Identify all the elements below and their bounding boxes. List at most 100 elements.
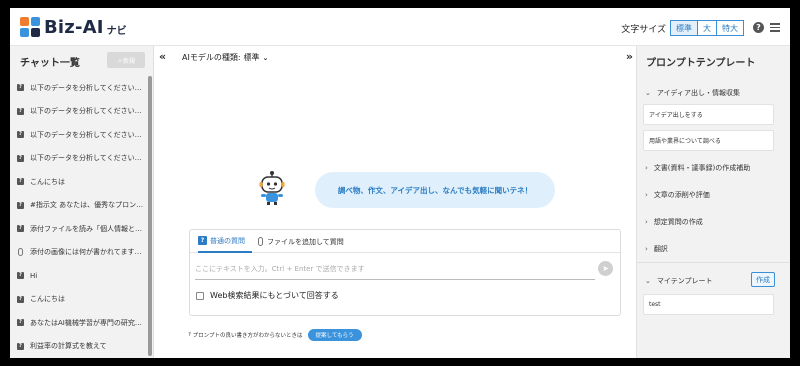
question-icon: ? [17, 84, 24, 92]
chevron-down-icon: ⌄ [645, 277, 651, 285]
chat-item[interactable]: ? 利益率の計算式を教えて [10, 335, 148, 359]
category-label: 文書(資料・議事録)の作成補助 [653, 164, 751, 172]
paperclip-icon [258, 237, 263, 246]
chat-main: « » AIモデルの種類: 標準 ⌄ 調べ物、作文、アイデア出し、なんでも気軽に… [155, 46, 636, 358]
chat-list-sidebar: チャット一覧 ＋新規 ? 以下のデータを分析してください… ? 以下のデータを分析し… [10, 46, 154, 358]
chat-item-label: 以下のデータを分析してください… [30, 130, 142, 139]
category-item[interactable]: › 翻訳 [645, 244, 668, 254]
category-label: 文章の添削や評価 [653, 191, 710, 199]
tab-label: 普通の質問 [210, 236, 245, 245]
font-size-large-button[interactable]: 大 [698, 20, 717, 36]
question-icon: ? [17, 272, 24, 280]
chat-item[interactable]: 添付の画像には何が書かれてます… [10, 241, 148, 265]
chat-item-label: 添付ファイルを読み「個人情報と… [30, 224, 142, 233]
chat-item[interactable]: ? 添付ファイルを読み「個人情報と… [10, 217, 148, 241]
model-label: AIモデルの種類: [182, 53, 241, 62]
chat-list-scrollbar[interactable] [148, 76, 152, 356]
prompt-template-sidebar: プロンプトテンプレート ⌄ アイディア出し・情報収集 アイデア出しをする 用語や… [636, 46, 790, 358]
web-search-checkbox[interactable] [196, 291, 204, 300]
logo-mark-icon [20, 17, 40, 37]
new-chat-button[interactable]: ＋新規 [107, 52, 145, 68]
category-item[interactable]: › 想定質問の作成 [645, 217, 703, 227]
logo[interactable]: Biz-AI ナビ [20, 15, 127, 39]
chat-item[interactable]: ? 以下のデータを分析してください… [10, 123, 148, 147]
chat-item[interactable]: ? こんにちは [10, 170, 148, 194]
chat-item-label: 利益率の計算式を教えて [30, 342, 107, 351]
category-item[interactable]: › 文書(資料・議事録)の作成補助 [645, 163, 750, 173]
font-size-xlarge-button[interactable]: 特大 [717, 20, 744, 36]
question-icon: ? [198, 236, 207, 245]
chat-item[interactable]: ? 以下のデータを分析してください… [10, 100, 148, 124]
chat-item-label: Hi [30, 271, 38, 280]
chat-item-label: 添付の画像には何が書かれてます… [30, 248, 142, 257]
question-icon: ? [17, 201, 24, 209]
chat-item-label: 以下のデータを分析してください… [30, 154, 142, 163]
logo-subtext: ナビ [106, 26, 127, 37]
model-selector[interactable]: AIモデルの種類: 標準 ⌄ [182, 52, 268, 63]
chat-item-label: #指示文 あなたは、優秀なプロン… [30, 201, 144, 210]
chevron-right-icon: › [645, 218, 648, 226]
chat-item-label: こんにちは [30, 177, 65, 186]
question-icon: ? [17, 131, 24, 139]
app-window: Biz-AI ナビ 文字サイズ 標準 大 特大 ? チャット一覧 ＋新規 ? 以下… [10, 8, 790, 358]
template-item[interactable]: アイデア出しをする [643, 104, 774, 125]
greeting-bubble: 調べ物、作文、アイデア出し、なんでも気軽に聞いテネ！ [315, 172, 555, 208]
chat-item-label: 以下のデータを分析してください… [30, 107, 142, 116]
font-size-standard-button[interactable]: 標準 [670, 20, 698, 36]
chevron-right-icon: › [645, 164, 648, 172]
category-item[interactable]: › 文章の添削や評価 [645, 190, 710, 200]
chat-item[interactable]: ? #指示文 あなたは、優秀なプロン… [10, 194, 148, 218]
prompt-tip: ? プロンプトの良い書き方がわからないときは 提案してもらう [188, 329, 362, 341]
question-input-panel: ? 普通の質問 ファイルを追加して質問 ➤ Web検索結果にもとづいて回答する [189, 229, 621, 316]
chevron-right-icon: › [645, 191, 648, 199]
chat-item-label: こんにちは [30, 295, 65, 304]
chevron-down-icon: ⌄ [645, 89, 651, 97]
web-search-label: Web検索結果にもとづいて回答する [210, 291, 339, 300]
chat-item[interactable]: ? Hi [10, 264, 148, 288]
logo-text: Biz-AI [44, 16, 104, 38]
question-icon: ? [17, 107, 24, 115]
paperclip-icon [18, 248, 23, 257]
template-item[interactable]: 用語や業界について調べる [643, 130, 774, 151]
my-templates-label: マイテンプレート [656, 277, 713, 285]
chat-item[interactable]: ? 以下のデータを分析してください… [10, 76, 148, 100]
font-size-switcher: 文字サイズ 標準 大 特大 [621, 20, 744, 36]
collapse-left-icon[interactable]: « [159, 50, 166, 63]
send-button[interactable]: ➤ [598, 261, 613, 276]
chevron-down-icon: ⌄ [262, 53, 269, 62]
chat-list-title: チャット一覧 [20, 58, 80, 69]
question-icon: ? [17, 295, 24, 303]
chat-item[interactable]: ? 以下のデータを分析してください… [10, 147, 148, 171]
question-icon: ? [17, 178, 24, 186]
tip-text: プロンプトの良い書き方がわからないときは [192, 333, 303, 339]
web-search-option[interactable]: Web検索結果にもとづいて回答する [196, 290, 339, 301]
my-template-item[interactable]: test [643, 294, 774, 315]
font-size-label: 文字サイズ [621, 24, 666, 35]
question-icon: ? [17, 154, 24, 162]
template-sidebar-title: プロンプトテンプレート [646, 58, 756, 69]
my-templates-header[interactable]: ⌄ マイテンプレート [645, 276, 713, 286]
category-ideas[interactable]: ⌄ アイディア出し・情報収集 [645, 88, 740, 98]
chat-item[interactable]: ? こんにちは [10, 288, 148, 312]
model-value: 標準 [243, 53, 260, 62]
question-icon: ? [17, 319, 24, 327]
question-tabs: ? 普通の質問 ファイルを追加して質問 [190, 230, 620, 253]
hamburger-icon[interactable] [770, 23, 780, 32]
chat-item-label: 以下のデータを分析してください… [30, 83, 142, 92]
chevron-right-icon: › [645, 245, 648, 253]
collapse-right-icon[interactable]: » [626, 50, 633, 63]
app-header: Biz-AI ナビ 文字サイズ 標準 大 特大 ? [10, 8, 790, 46]
tab-label: ファイルを追加して質問 [267, 237, 344, 246]
question-circle-icon[interactable]: ? [753, 22, 764, 33]
category-label: 翻訳 [653, 245, 668, 253]
create-template-button[interactable]: 作成 [751, 272, 775, 287]
category-label: アイディア出し・情報収集 [656, 89, 741, 97]
tab-file-question[interactable]: ファイルを追加して質問 [258, 230, 344, 253]
message-input[interactable] [195, 258, 595, 280]
chat-list: ? 以下のデータを分析してください… ? 以下のデータを分析してください… ? 以下の… [10, 76, 148, 358]
divider [637, 262, 790, 263]
suggest-button[interactable]: 提案してもらう [307, 329, 362, 341]
question-icon: ? [17, 342, 24, 350]
chat-item[interactable]: ? あなたはAI機械学習が専門の研究… [10, 311, 148, 335]
tab-normal-question[interactable]: ? 普通の質問 [198, 230, 252, 253]
